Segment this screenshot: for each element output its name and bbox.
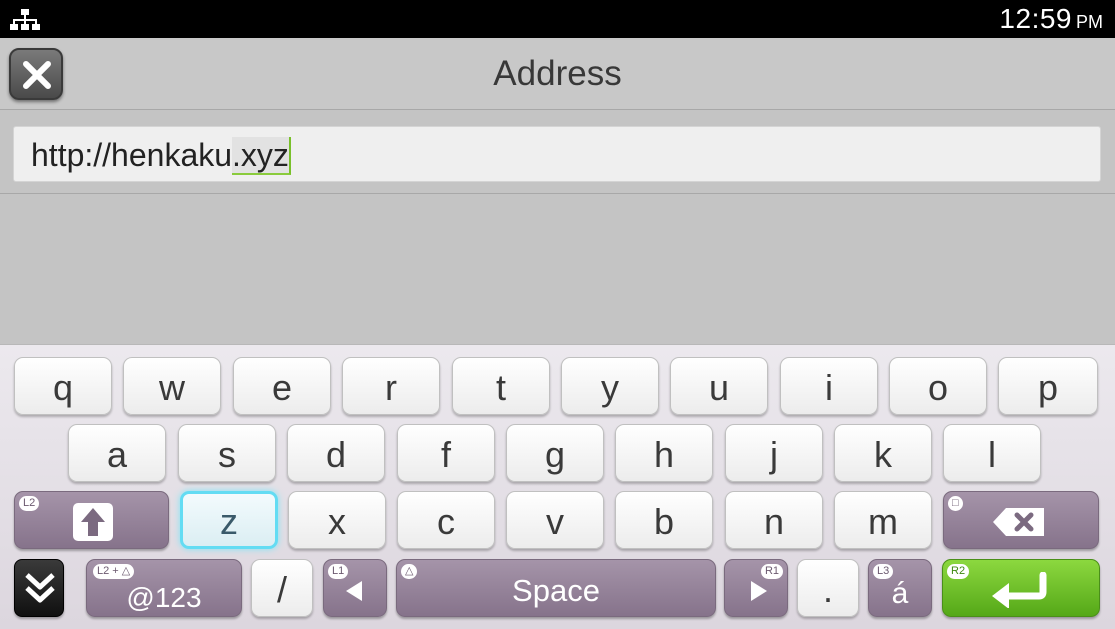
key-label: . bbox=[822, 569, 833, 610]
key-g[interactable]: g bbox=[506, 424, 604, 482]
key-o[interactable]: o bbox=[889, 357, 987, 415]
key-i[interactable]: i bbox=[780, 357, 878, 415]
key-label: m bbox=[868, 501, 898, 542]
space-label: Space bbox=[512, 573, 600, 608]
header: Address bbox=[0, 38, 1115, 110]
key-t[interactable]: t bbox=[452, 357, 550, 415]
key-label: g bbox=[544, 434, 566, 475]
shift-key[interactable]: L2 bbox=[14, 491, 169, 549]
key-d[interactable]: d bbox=[287, 424, 385, 482]
key-q[interactable]: q bbox=[14, 357, 112, 415]
key-label: n bbox=[763, 501, 785, 542]
key-label: i bbox=[825, 367, 833, 408]
cursor-left-tag: L1 bbox=[328, 564, 349, 579]
key-z[interactable]: z bbox=[180, 491, 278, 549]
status-bar: 12:59 PM bbox=[0, 0, 1115, 38]
key-e[interactable]: e bbox=[233, 357, 331, 415]
cursor-right-icon bbox=[751, 581, 767, 601]
key-label: b bbox=[653, 501, 675, 542]
clock-time: 12:59 bbox=[999, 3, 1072, 34]
cursor-left-key[interactable]: L1 bbox=[323, 559, 387, 617]
backspace-tag: □ bbox=[948, 496, 963, 511]
key-label: y bbox=[601, 367, 619, 408]
shift-arrow-icon bbox=[73, 503, 113, 541]
backspace-icon bbox=[993, 508, 1044, 536]
key-j[interactable]: j bbox=[725, 424, 823, 482]
key-dot[interactable]: . bbox=[797, 559, 859, 617]
key-label: f bbox=[440, 434, 451, 475]
key-label: v bbox=[546, 501, 564, 542]
network-icon bbox=[10, 9, 40, 30]
key-label: h bbox=[653, 434, 675, 475]
backspace-key[interactable]: □ bbox=[943, 491, 1099, 549]
accent-label: á bbox=[891, 577, 909, 610]
on-screen-keyboard: q w e r t y u i o p a s d f g h j k l L2… bbox=[0, 344, 1115, 629]
symbols-label: @123 bbox=[126, 582, 202, 613]
hide-keyboard-key[interactable] bbox=[14, 559, 64, 617]
enter-icon bbox=[992, 572, 1047, 608]
symbols-key[interactable]: L2 + △ @123 bbox=[86, 559, 242, 617]
key-c[interactable]: c bbox=[397, 491, 495, 549]
key-label: s bbox=[218, 434, 236, 475]
key-label: u bbox=[708, 367, 730, 408]
shift-tag: L2 bbox=[19, 496, 40, 511]
key-label: t bbox=[495, 367, 506, 408]
key-f[interactable]: f bbox=[397, 424, 495, 482]
key-slash[interactable]: / bbox=[251, 559, 313, 617]
address-input[interactable]: http://henkaku.xyz bbox=[13, 126, 1101, 182]
accent-key[interactable]: L3 á bbox=[868, 559, 932, 617]
address-text: http://henkaku.xyz bbox=[31, 137, 291, 175]
key-label: e bbox=[271, 367, 293, 408]
address-area: http://henkaku.xyz bbox=[0, 110, 1115, 194]
hide-keyboard-icon bbox=[25, 573, 55, 603]
key-m[interactable]: m bbox=[834, 491, 932, 549]
key-h[interactable]: h bbox=[615, 424, 713, 482]
key-u[interactable]: u bbox=[670, 357, 768, 415]
key-v[interactable]: v bbox=[506, 491, 604, 549]
key-l[interactable]: l bbox=[943, 424, 1041, 482]
cursor-right-tag: R1 bbox=[760, 564, 783, 579]
enter-tag: R2 bbox=[947, 564, 970, 579]
key-n[interactable]: n bbox=[725, 491, 823, 549]
key-label: a bbox=[106, 434, 128, 475]
clock-ampm: PM bbox=[1076, 12, 1103, 32]
enter-key[interactable]: R2 bbox=[942, 559, 1100, 617]
key-label: w bbox=[159, 367, 185, 408]
key-a[interactable]: a bbox=[68, 424, 166, 482]
key-x[interactable]: x bbox=[288, 491, 386, 549]
key-label: l bbox=[988, 434, 996, 475]
address-prefix: http://henkaku bbox=[31, 137, 233, 173]
key-label: r bbox=[385, 367, 397, 408]
content-area bbox=[0, 195, 1115, 344]
symbols-tag: L2 + △ bbox=[93, 564, 135, 579]
key-label: / bbox=[276, 569, 287, 610]
key-label: x bbox=[328, 501, 346, 542]
cursor-right-key[interactable]: R1 bbox=[724, 559, 788, 617]
cursor-left-icon bbox=[346, 581, 362, 601]
key-k[interactable]: k bbox=[834, 424, 932, 482]
address-converting-text: .xyz bbox=[232, 137, 291, 175]
key-w[interactable]: w bbox=[123, 357, 221, 415]
key-label: p bbox=[1037, 367, 1059, 408]
key-label: z bbox=[220, 501, 238, 542]
clock: 12:59 PM bbox=[999, 3, 1103, 35]
key-label: c bbox=[437, 501, 455, 542]
key-label: o bbox=[927, 367, 949, 408]
key-label: q bbox=[52, 367, 74, 408]
key-label: j bbox=[770, 434, 778, 475]
key-label: d bbox=[325, 434, 347, 475]
key-label: k bbox=[874, 434, 892, 475]
key-p[interactable]: p bbox=[998, 357, 1098, 415]
key-y[interactable]: y bbox=[561, 357, 659, 415]
page-title: Address bbox=[493, 54, 622, 93]
space-key[interactable]: △ Space bbox=[396, 559, 716, 617]
key-s[interactable]: s bbox=[178, 424, 276, 482]
key-b[interactable]: b bbox=[615, 491, 713, 549]
key-r[interactable]: r bbox=[342, 357, 440, 415]
